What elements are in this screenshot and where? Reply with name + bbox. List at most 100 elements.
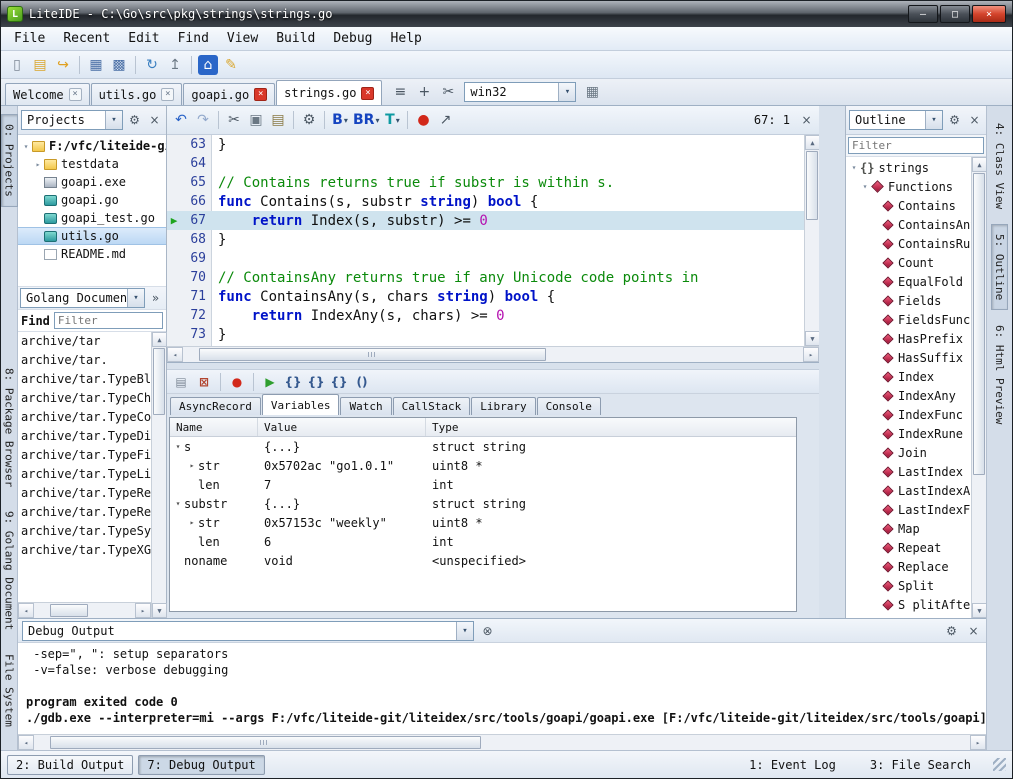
debug-tab-watch[interactable]: Watch	[340, 397, 391, 415]
side-tab-6-html-preview[interactable]: 6: Html Preview	[992, 316, 1007, 433]
target-combo[interactable]: win32 ▾	[464, 82, 576, 102]
variable-row[interactable]: ▸str0x5702ac "go1.0.1"uint8 *	[170, 456, 796, 475]
menu-item-recent[interactable]: Recent	[54, 28, 119, 49]
horizontal-splitter[interactable]	[167, 363, 819, 370]
execution-pointer-icon[interactable]: ▶	[167, 211, 181, 230]
outline-item-fieldsfunc[interactable]: FieldsFunc	[846, 310, 971, 329]
scrollbar-thumb[interactable]	[153, 348, 165, 415]
cut-icon[interactable]: ✂	[224, 110, 244, 130]
doc-list-item[interactable]: archive/tar.TypeCh	[18, 389, 151, 408]
code-line[interactable]: 65// Contains returns true if substr is …	[167, 173, 804, 192]
scroll-up-icon[interactable]: ▲	[972, 157, 987, 172]
scroll-left-icon[interactable]: ◂	[18, 603, 34, 618]
outline-item-fields[interactable]: Fields	[846, 291, 971, 310]
new-file-icon[interactable]: ▯	[7, 55, 27, 75]
close-editor-icon[interactable]: ×	[798, 112, 815, 129]
outline-combo[interactable]: Outline ▾	[849, 110, 943, 130]
column-header-type[interactable]: Type	[426, 418, 796, 436]
tree-expander-icon[interactable]: ▾	[859, 182, 871, 191]
column-header-value[interactable]: Value	[258, 418, 426, 436]
tab-utils-go[interactable]: utils.go×	[91, 83, 183, 105]
outline-item-count[interactable]: Count	[846, 253, 971, 272]
code-line[interactable]: 71func ContainsAny(s, chars string) bool…	[167, 287, 804, 306]
debug-log-icon[interactable]: ▤	[171, 372, 191, 392]
doc-list-item[interactable]: archive/tar.TypeFif	[18, 446, 151, 465]
resize-grip[interactable]	[993, 758, 1006, 771]
breakpoint-margin[interactable]	[167, 135, 181, 154]
outline-item-lastindexfunc[interactable]: LastIndexFunc	[846, 500, 971, 519]
column-header-name[interactable]: Name	[170, 418, 258, 436]
doc-list-item[interactable]: archive/tar.TypeSy	[18, 522, 151, 541]
minimize-button[interactable]: –	[908, 5, 938, 23]
continue-icon[interactable]: ▶	[260, 372, 280, 392]
doc-list-item[interactable]: archive/tar.TypeXG	[18, 541, 151, 560]
step-into-icon[interactable]: {}	[283, 372, 303, 392]
outline-item-index[interactable]: Index	[846, 367, 971, 386]
gear-icon[interactable]: ⚙	[299, 110, 319, 130]
close-panel-icon[interactable]: ×	[146, 112, 163, 129]
add-tab-icon[interactable]: +	[414, 82, 434, 102]
breakpoint-margin[interactable]	[167, 154, 181, 173]
tab-welcome[interactable]: Welcome×	[5, 83, 90, 105]
debug-output-text[interactable]: -sep=", ": setup separators -v=false: ve…	[18, 643, 986, 734]
code-line[interactable]: 66func Contains(s, substr string) bool {	[167, 192, 804, 211]
debug-tab-variables[interactable]: Variables	[262, 394, 340, 415]
outline-item-lastindex[interactable]: LastIndex	[846, 462, 971, 481]
open-terminal-icon[interactable]: ↗	[435, 110, 455, 130]
outline-item-indexfunc[interactable]: IndexFunc	[846, 405, 971, 424]
tab-strings-go[interactable]: strings.go×	[276, 80, 382, 105]
row-expander-icon[interactable]: ▸	[186, 518, 198, 527]
sidebar-mode-combo[interactable]: Golang Document ▾	[20, 288, 145, 308]
debug-tab-asyncrecord[interactable]: AsyncRecord	[170, 397, 261, 415]
test-menu-button[interactable]: T▾	[382, 110, 402, 130]
breakpoint-margin[interactable]	[167, 268, 181, 287]
tab-close-icon[interactable]: ×	[161, 88, 174, 101]
scrollbar-track[interactable]	[805, 150, 819, 331]
open-recent-icon[interactable]: ↪	[53, 55, 73, 75]
doc-list-item[interactable]: archive/tar.	[18, 351, 151, 370]
tab-goapi-go[interactable]: goapi.go×	[183, 83, 275, 105]
row-expander-icon[interactable]: ▸	[186, 461, 198, 470]
scrollbar-thumb[interactable]	[199, 348, 546, 361]
outline-item-repeat[interactable]: Repeat	[846, 538, 971, 557]
scroll-right-icon[interactable]: ▸	[135, 603, 151, 618]
breakpoint-margin[interactable]	[167, 287, 181, 306]
tree-item-readme-md[interactable]: README.md	[18, 245, 166, 263]
code-line[interactable]: 68}	[167, 230, 804, 249]
side-tab-9-golang-document[interactable]: 9: Golang Document	[2, 502, 17, 639]
menu-item-edit[interactable]: Edit	[119, 28, 168, 49]
home-icon[interactable]: ⌂	[198, 55, 218, 75]
debug-tab-library[interactable]: Library	[471, 397, 535, 415]
doc-list-item[interactable]: archive/tar.TypeLin	[18, 465, 151, 484]
outline-vscrollbar[interactable]: ▲ ▼	[971, 157, 986, 618]
doc-list-item[interactable]: archive/tar.TypeCo	[18, 408, 151, 427]
row-expander-icon[interactable]: ▾	[172, 499, 184, 508]
export-icon[interactable]: ↥	[165, 55, 185, 75]
record-icon[interactable]: ●	[227, 372, 247, 392]
build-menu-button[interactable]: B▾	[330, 110, 350, 130]
copy-icon[interactable]: ▣	[246, 110, 266, 130]
outline-item-hasprefix[interactable]: HasPrefix	[846, 329, 971, 348]
chevron-down-icon[interactable]: ▾	[558, 83, 575, 101]
doc-list-item[interactable]: archive/tar.TypeBlo	[18, 370, 151, 389]
menu-item-help[interactable]: Help	[382, 28, 431, 49]
chevron-down-icon[interactable]: ▾	[925, 111, 942, 129]
menu-item-build[interactable]: Build	[267, 28, 324, 49]
doc-list-vscrollbar[interactable]: ▲ ▼	[151, 332, 166, 618]
reload-icon[interactable]: ↻	[142, 55, 162, 75]
maximize-button[interactable]: □	[940, 5, 970, 23]
editor-hscrollbar[interactable]: ◂ ▸	[167, 346, 819, 362]
chevron-down-icon[interactable]: ▾	[127, 289, 144, 307]
record-icon[interactable]: ●	[413, 110, 433, 130]
build-run-menu-button[interactable]: BR▾	[352, 110, 380, 130]
tree-item-utils-go[interactable]: utils.go	[18, 227, 166, 245]
breakpoint-margin[interactable]	[167, 306, 181, 325]
doc-list-hscrollbar[interactable]: ◂ ▸	[18, 602, 151, 618]
outline-item-strings[interactable]: ▾{}strings	[846, 158, 971, 177]
tab-close-icon[interactable]: ×	[69, 88, 82, 101]
scrollbar-thumb[interactable]	[806, 151, 818, 220]
variable-row[interactable]: nonamevoid<unspecified>	[170, 551, 796, 570]
breakpoint-margin[interactable]	[167, 325, 181, 344]
outline-item-equalfold[interactable]: EqualFold	[846, 272, 971, 291]
code-line[interactable]: 69	[167, 249, 804, 268]
